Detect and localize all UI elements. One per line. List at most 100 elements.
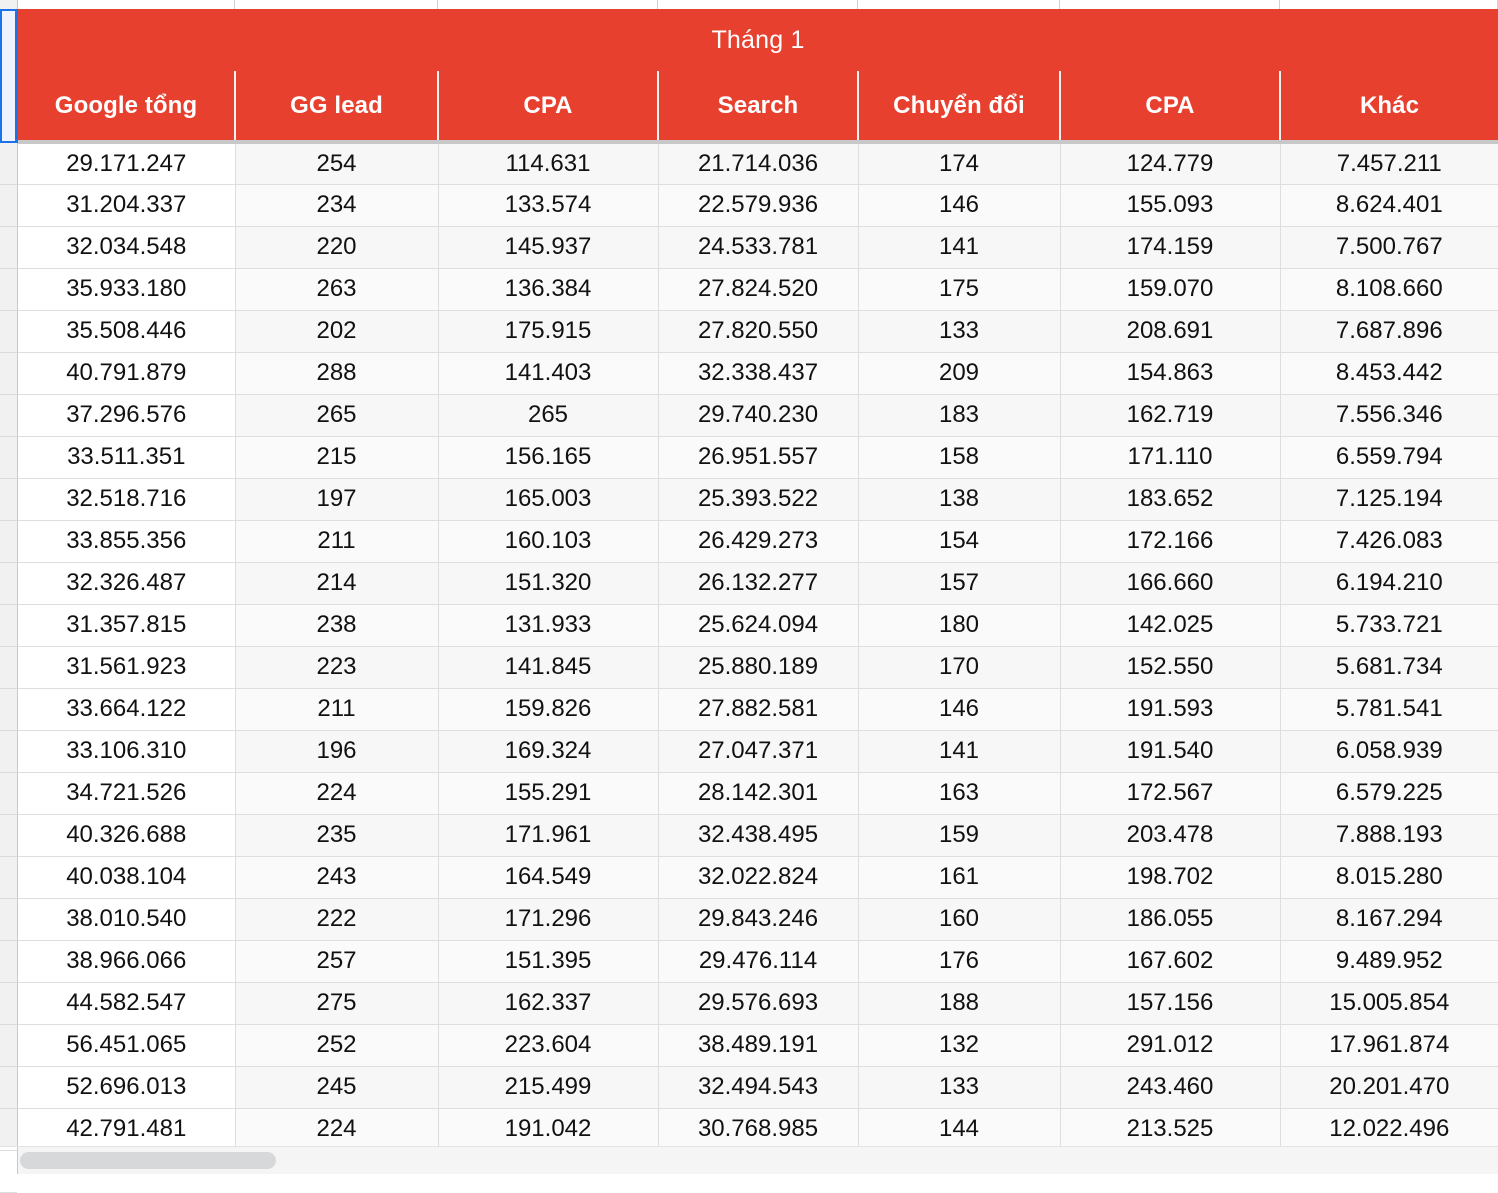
cell[interactable]: 34.721.526 xyxy=(18,772,236,815)
cell[interactable]: 6.194.210 xyxy=(1280,562,1498,605)
row-number-cell[interactable] xyxy=(0,437,17,479)
cell[interactable]: 32.034.548 xyxy=(18,226,236,269)
cell[interactable]: 20.201.470 xyxy=(1280,1066,1498,1109)
cell[interactable]: 215 xyxy=(235,436,439,479)
cell[interactable]: 56.451.065 xyxy=(18,1024,236,1067)
cell[interactable]: 42.791.481 xyxy=(18,1108,236,1151)
row-number-cell[interactable] xyxy=(0,1109,17,1151)
cell[interactable]: 29.171.247 xyxy=(18,142,236,185)
cell[interactable]: 174.159 xyxy=(1060,226,1281,269)
cell[interactable]: 197 xyxy=(235,478,439,521)
cell[interactable]: 26.951.557 xyxy=(658,436,859,479)
row-number-cell[interactable] xyxy=(0,731,17,773)
cell[interactable]: 234 xyxy=(235,184,439,227)
cell[interactable]: 25.393.522 xyxy=(658,478,859,521)
cell[interactable]: 133.574 xyxy=(438,184,659,227)
cell[interactable]: 33.855.356 xyxy=(18,520,236,563)
cell[interactable]: 131.933 xyxy=(438,604,659,647)
cell[interactable]: 158 xyxy=(858,436,1061,479)
column-header-6[interactable]: Khác xyxy=(1280,71,1498,144)
cell[interactable]: 174 xyxy=(858,142,1061,185)
cell[interactable]: 157.156 xyxy=(1060,982,1281,1025)
cell[interactable]: 191.042 xyxy=(438,1108,659,1151)
cell[interactable]: 12.022.496 xyxy=(1280,1108,1498,1151)
cell[interactable]: 208.691 xyxy=(1060,310,1281,353)
cell[interactable]: 159.826 xyxy=(438,688,659,731)
cell[interactable]: 8.167.294 xyxy=(1280,898,1498,941)
cell[interactable]: 223 xyxy=(235,646,439,689)
cell[interactable]: 224 xyxy=(235,1108,439,1151)
cell[interactable]: 29.843.246 xyxy=(658,898,859,941)
cell[interactable]: 203.478 xyxy=(1060,814,1281,857)
cell[interactable]: 5.733.721 xyxy=(1280,604,1498,647)
cell[interactable]: 17.961.874 xyxy=(1280,1024,1498,1067)
cell[interactable]: 263 xyxy=(235,268,439,311)
cell[interactable]: 160 xyxy=(858,898,1061,941)
cell[interactable]: 37.296.576 xyxy=(18,394,236,437)
cell[interactable]: 124.779 xyxy=(1060,142,1281,185)
cell[interactable]: 159 xyxy=(858,814,1061,857)
cell[interactable]: 8.108.660 xyxy=(1280,268,1498,311)
cell[interactable]: 167.602 xyxy=(1060,940,1281,983)
cell[interactable]: 40.038.104 xyxy=(18,856,236,899)
cell[interactable]: 27.824.520 xyxy=(658,268,859,311)
cell[interactable]: 28.142.301 xyxy=(658,772,859,815)
cell[interactable]: 35.508.446 xyxy=(18,310,236,353)
cell[interactable]: 243.460 xyxy=(1060,1066,1281,1109)
cell[interactable]: 175.915 xyxy=(438,310,659,353)
cell[interactable]: 220 xyxy=(235,226,439,269)
cell[interactable]: 27.047.371 xyxy=(658,730,859,773)
row-number-cell[interactable] xyxy=(0,815,17,857)
cell[interactable]: 215.499 xyxy=(438,1066,659,1109)
cell[interactable]: 238 xyxy=(235,604,439,647)
cell[interactable]: 186.055 xyxy=(1060,898,1281,941)
cell[interactable]: 170 xyxy=(858,646,1061,689)
cell[interactable]: 146 xyxy=(858,688,1061,731)
cell[interactable]: 191.540 xyxy=(1060,730,1281,773)
cell[interactable]: 133 xyxy=(858,310,1061,353)
row-number-cell[interactable] xyxy=(0,185,17,227)
cell[interactable]: 24.533.781 xyxy=(658,226,859,269)
cell[interactable]: 26.429.273 xyxy=(658,520,859,563)
cell[interactable]: 32.518.716 xyxy=(18,478,236,521)
cell[interactable]: 163 xyxy=(858,772,1061,815)
cell[interactable]: 8.624.401 xyxy=(1280,184,1498,227)
cell[interactable]: 132 xyxy=(858,1024,1061,1067)
row-number-cell[interactable] xyxy=(0,353,17,395)
cell[interactable]: 160.103 xyxy=(438,520,659,563)
cell[interactable]: 25.624.094 xyxy=(658,604,859,647)
cell[interactable]: 40.326.688 xyxy=(18,814,236,857)
column-header-5[interactable]: CPA xyxy=(1060,71,1281,144)
cell[interactable]: 155.291 xyxy=(438,772,659,815)
row-number-cell[interactable] xyxy=(0,941,17,983)
row-number-cell[interactable] xyxy=(0,479,17,521)
cell[interactable]: 214 xyxy=(235,562,439,605)
cell[interactable]: 141 xyxy=(858,730,1061,773)
cell[interactable]: 33.511.351 xyxy=(18,436,236,479)
cell[interactable]: 27.820.550 xyxy=(658,310,859,353)
cell[interactable]: 35.933.180 xyxy=(18,268,236,311)
cell[interactable]: 21.714.036 xyxy=(658,142,859,185)
cell[interactable]: 146 xyxy=(858,184,1061,227)
cell[interactable]: 166.660 xyxy=(1060,562,1281,605)
cell[interactable]: 169.324 xyxy=(438,730,659,773)
cell[interactable]: 164.549 xyxy=(438,856,659,899)
cell[interactable]: 223.604 xyxy=(438,1024,659,1067)
row-number-cell[interactable] xyxy=(0,563,17,605)
cell[interactable]: 265 xyxy=(235,394,439,437)
cell[interactable]: 6.579.225 xyxy=(1280,772,1498,815)
row-number-cell[interactable] xyxy=(0,857,17,899)
cell[interactable]: 32.326.487 xyxy=(18,562,236,605)
cell[interactable]: 31.561.923 xyxy=(18,646,236,689)
cell[interactable]: 32.338.437 xyxy=(658,352,859,395)
cell[interactable]: 7.426.083 xyxy=(1280,520,1498,563)
column-header-4[interactable]: Chuyển đổi xyxy=(858,71,1061,144)
cell[interactable]: 15.005.854 xyxy=(1280,982,1498,1025)
row-number-cell[interactable] xyxy=(0,1151,17,1193)
cell[interactable]: 162.719 xyxy=(1060,394,1281,437)
cell[interactable]: 7.500.767 xyxy=(1280,226,1498,269)
cell[interactable]: 33.664.122 xyxy=(18,688,236,731)
cell[interactable]: 154 xyxy=(858,520,1061,563)
cell[interactable]: 161 xyxy=(858,856,1061,899)
cell[interactable]: 25.880.189 xyxy=(658,646,859,689)
